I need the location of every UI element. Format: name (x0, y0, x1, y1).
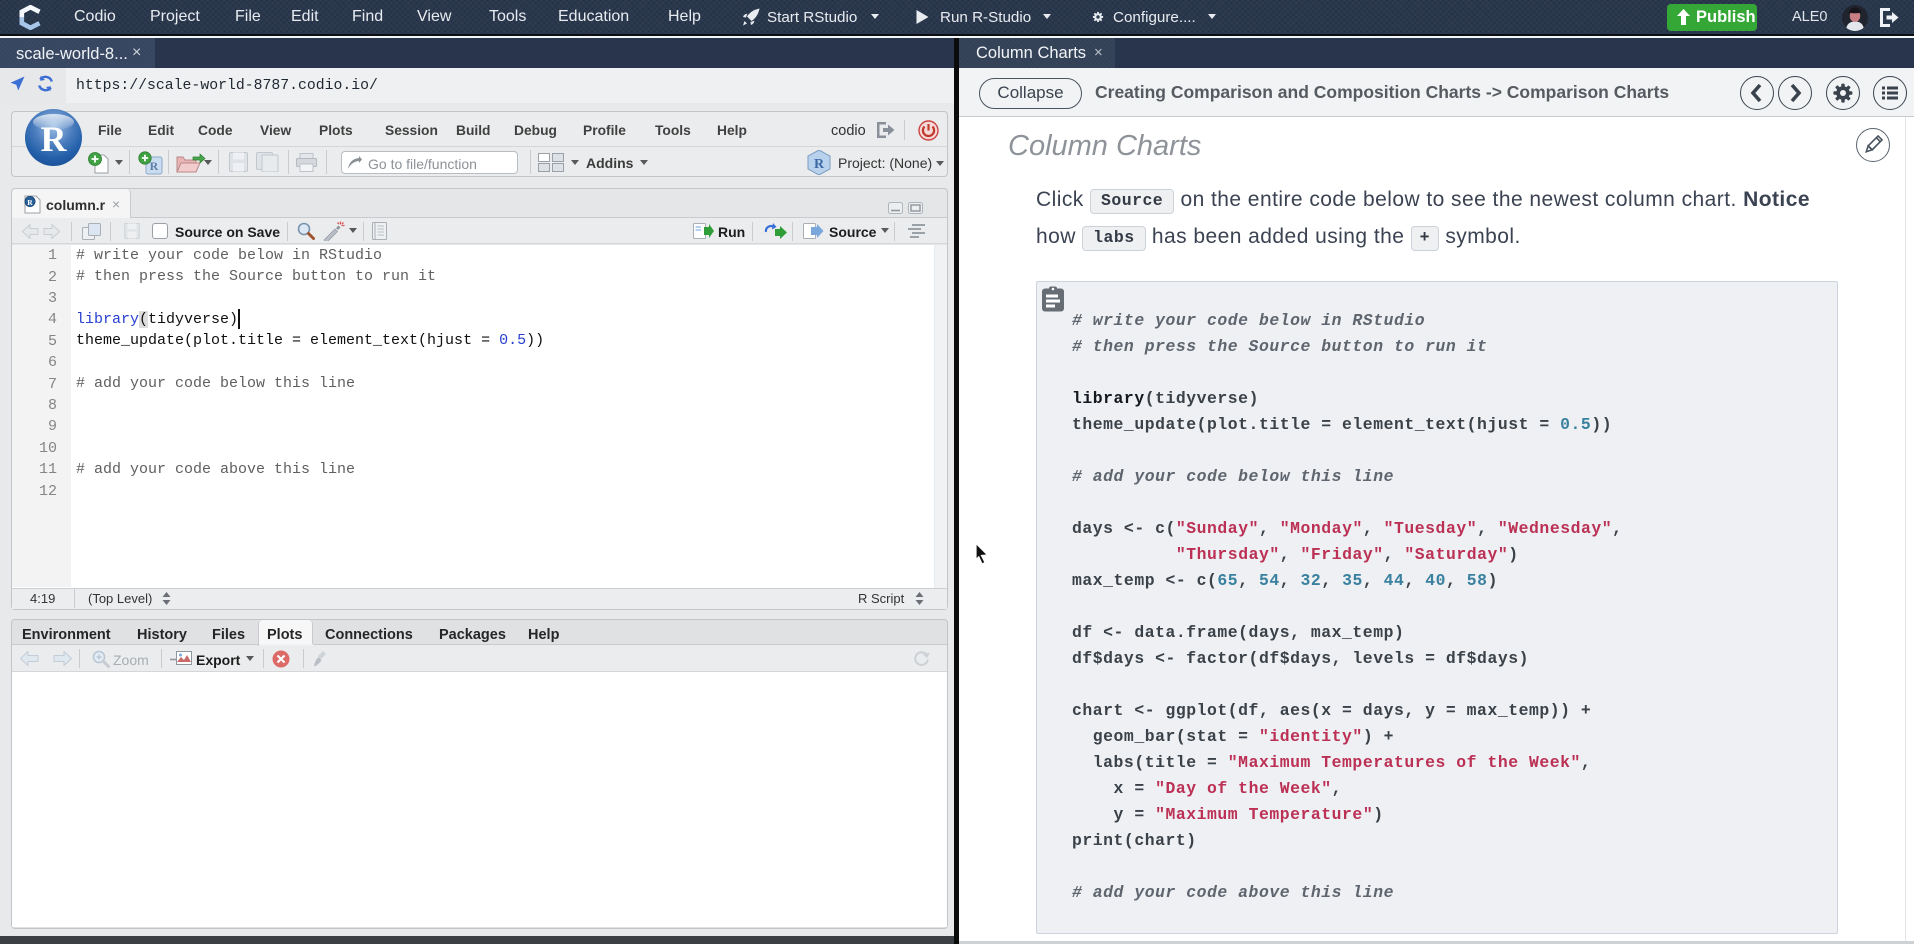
svg-text:R: R (150, 159, 159, 173)
svg-text:R: R (27, 198, 33, 207)
svg-text:R: R (814, 157, 825, 172)
